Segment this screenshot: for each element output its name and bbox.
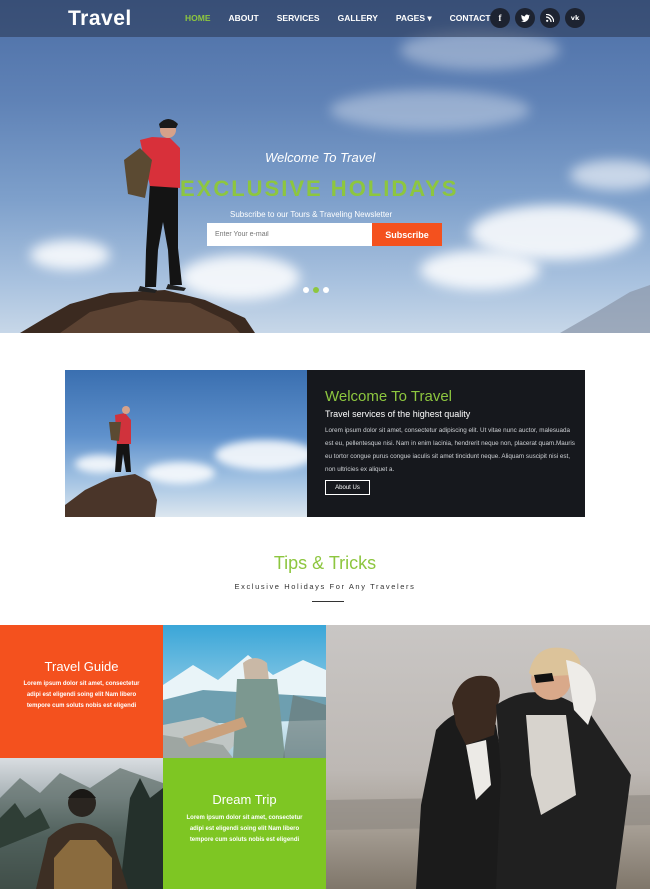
site-logo[interactable]: Travel (68, 7, 132, 31)
subscribe-button[interactable]: Subscribe (372, 223, 442, 246)
nav-pages-dropdown[interactable]: PAGES ▾ (396, 13, 432, 24)
travel-guide-title: Travel Guide (44, 659, 119, 674)
rss-icon[interactable] (540, 8, 560, 28)
vk-icon[interactable]: vk (565, 8, 585, 28)
newsletter-label: Subscribe to our Tours & Traveling Newsl… (230, 210, 393, 219)
snow-mountain-scene (163, 655, 326, 758)
subscribe-form: Subscribe (207, 223, 442, 246)
welcome-title: Welcome To Travel (325, 388, 452, 405)
dream-trip-text: Lorem ipsum dolor sit amet, consectetur … (186, 815, 303, 843)
snow-mountain-photo[interactable] (163, 625, 326, 758)
about-us-button[interactable]: About Us (325, 480, 370, 495)
hero-banner: Travel HOME ABOUT SERVICES GALLERY PAGES… (0, 0, 650, 333)
slider-dots (303, 287, 329, 293)
nav-gallery[interactable]: GALLERY (338, 13, 378, 24)
top-navbar: Travel HOME ABOUT SERVICES GALLERY PAGES… (0, 0, 650, 37)
couple-photo[interactable] (326, 625, 650, 889)
forest-hiker-scene (0, 768, 163, 889)
nav-services[interactable]: SERVICES (277, 13, 320, 24)
main-nav: HOME ABOUT SERVICES GALLERY PAGES ▾ CONT… (185, 13, 509, 24)
slide-dot-3[interactable] (323, 287, 329, 293)
welcome-subtitle: Travel services of the highest quality (325, 409, 471, 419)
welcome-image (65, 370, 307, 517)
social-links: f vk (490, 8, 585, 28)
dream-trip-title: Dream Trip (212, 792, 277, 807)
slide-dot-1[interactable] (303, 287, 309, 293)
tips-title: Tips & Tricks (273, 553, 377, 573)
welcome-text: Lorem ipsum dolor sit amet, consectetur … (325, 427, 575, 473)
welcome-panel: Welcome To Travel Travel services of the… (307, 370, 585, 517)
tips-subtitle: Exclusive Holidays For Any Travelers (234, 582, 416, 591)
mountain-silhouette (560, 285, 650, 333)
slide-dot-2[interactable] (313, 287, 319, 293)
page: Travel HOME ABOUT SERVICES GALLERY PAGES… (0, 0, 650, 889)
couple-scene (326, 647, 650, 889)
nav-contact[interactable]: CONTACT (450, 13, 491, 24)
travel-guide-tile[interactable]: Travel Guide Lorem ipsum dolor sit amet,… (0, 625, 163, 758)
hiker-thumbnail (65, 406, 157, 517)
hero-title: EXCLUSIVE HOLIDAYS (180, 176, 459, 201)
facebook-icon[interactable]: f (490, 8, 510, 28)
email-input[interactable] (207, 223, 372, 246)
dream-trip-tile[interactable]: Dream Trip Lorem ipsum dolor sit amet, c… (163, 758, 326, 889)
forest-hiker-photo[interactable] (0, 758, 163, 889)
hiker-on-rock-illustration (20, 119, 255, 333)
tips-divider (312, 601, 344, 602)
travel-guide-text: Lorem ipsum dolor sit amet, consectetur … (23, 681, 140, 709)
twitter-icon[interactable] (515, 8, 535, 28)
nav-home[interactable]: HOME (185, 13, 211, 24)
nav-about[interactable]: ABOUT (229, 13, 259, 24)
